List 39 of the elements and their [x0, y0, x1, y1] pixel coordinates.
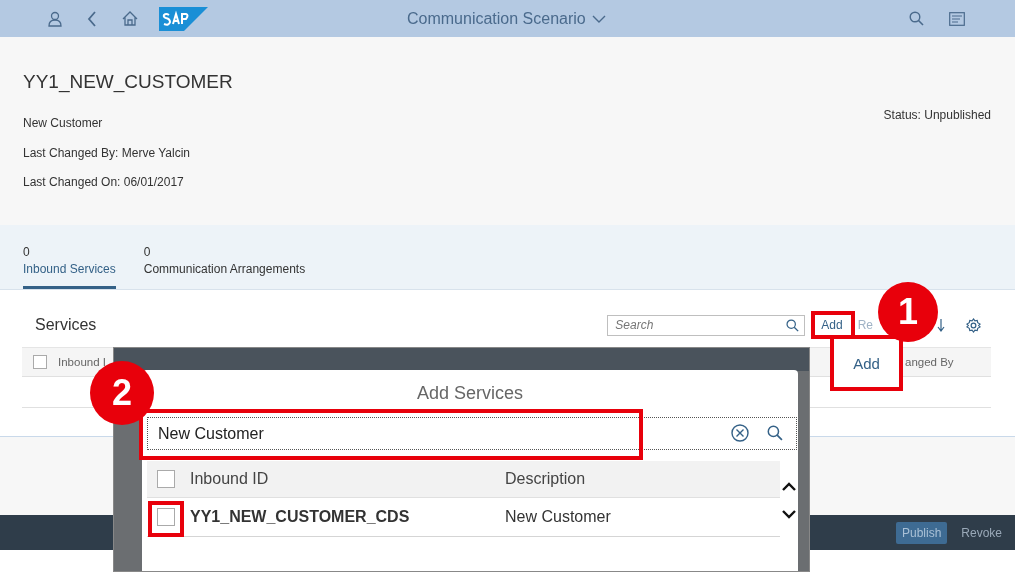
search-field[interactable]: New Customer: [147, 417, 797, 450]
settings-icon[interactable]: [966, 317, 981, 333]
add-button[interactable]: Add: [817, 318, 847, 332]
search-icon[interactable]: [909, 11, 924, 26]
clear-icon[interactable]: [731, 424, 749, 442]
highlight-frame: [148, 501, 184, 537]
table-cell: New Customer: [505, 508, 611, 526]
last-changed-on: Last Changed On: 06/01/2017: [23, 174, 185, 190]
chevron-down-icon[interactable]: [591, 14, 606, 23]
notifications-icon[interactable]: [949, 11, 965, 26]
checkbox[interactable]: [157, 508, 175, 526]
column-header: Inbound ID: [190, 470, 270, 488]
checkbox[interactable]: [33, 355, 47, 369]
column-header: anged By: [905, 356, 955, 368]
scroll-up-icon[interactable]: [782, 482, 796, 491]
revoke-button[interactable]: Revoke: [955, 521, 1008, 544]
sort-icon[interactable]: [937, 318, 945, 332]
tab[interactable]: 0 Inbound Services: [23, 245, 116, 289]
back-icon[interactable]: [87, 10, 97, 27]
menu-item[interactable]: Add: [853, 354, 880, 372]
search-field[interactable]: Search: [607, 314, 806, 336]
section-title: Services: [35, 316, 97, 334]
logo-icon: [159, 6, 208, 31]
scroll-down-icon[interactable]: [782, 510, 796, 519]
column-header: Description: [505, 470, 586, 488]
home-icon[interactable]: [122, 11, 138, 26]
checkbox[interactable]: [157, 470, 175, 488]
column-header: Inbound I: [58, 356, 106, 368]
last-changed-by: Last Changed By: Merve Yalcin: [23, 144, 190, 161]
dialog-title: Add Services: [415, 382, 525, 404]
tab[interactable]: 0 Communication Arrangements: [143, 245, 306, 289]
table-cell-text: YY1_NEW_CUSTOMER_CDS: [190, 508, 411, 526]
step-badge: 1: [878, 282, 938, 342]
status-text: Status: Unpublished: [883, 107, 991, 124]
search-icon[interactable]: [786, 318, 800, 332]
object-description: New Customer: [23, 115, 104, 131]
user-icon[interactable]: [48, 10, 62, 27]
search-icon[interactable]: [767, 425, 783, 441]
object-title: YY1_NEW_CUSTOMER: [23, 70, 234, 94]
